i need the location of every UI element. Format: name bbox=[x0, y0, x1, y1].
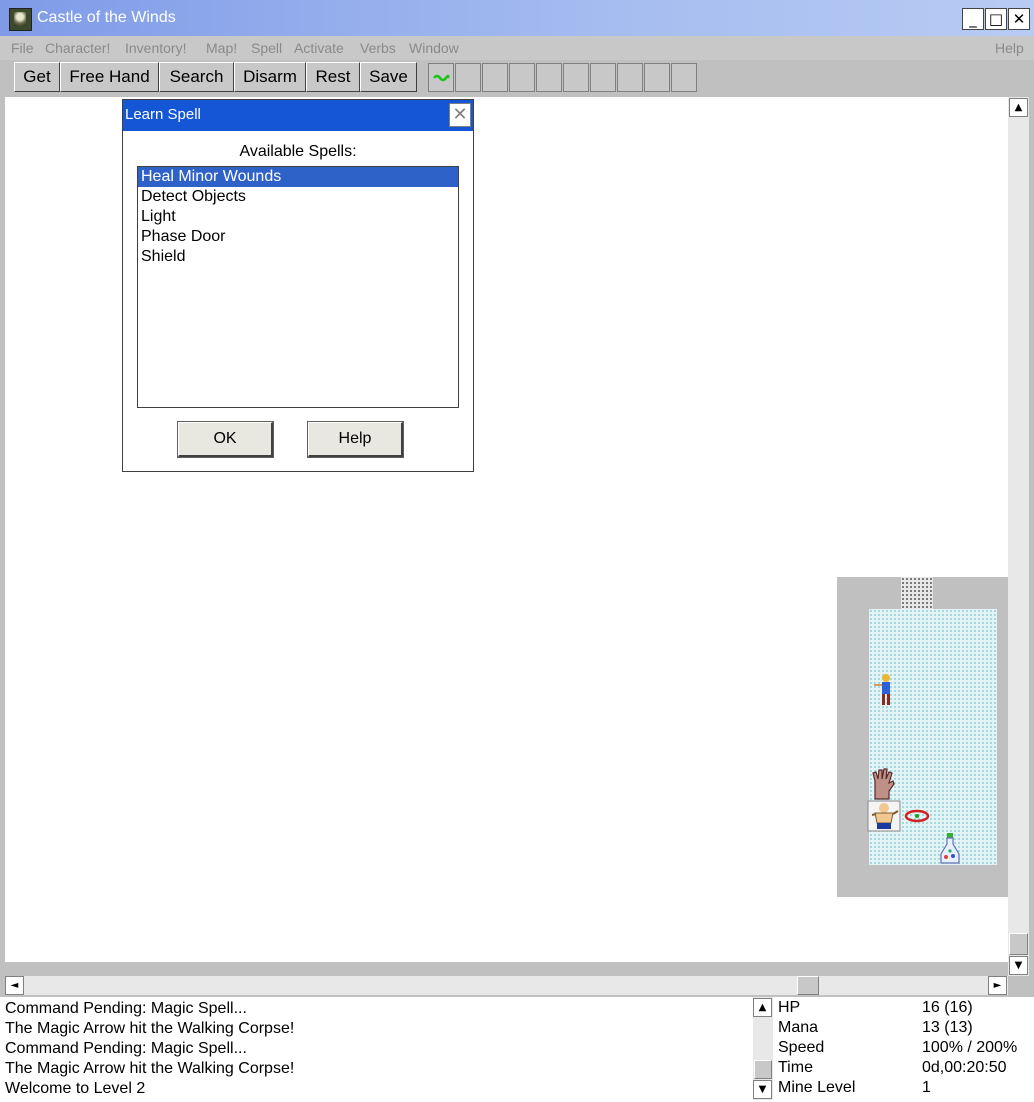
quick-slot[interactable] bbox=[482, 63, 508, 92]
menu-inventory[interactable]: Inventory! bbox=[125, 40, 186, 56]
message-scroll-up-button[interactable]: ▲ bbox=[753, 998, 772, 1017]
spell-item-light[interactable]: Light bbox=[138, 207, 458, 227]
quick-slot[interactable] bbox=[455, 63, 481, 92]
message-scroll-down-button[interactable]: ▼ bbox=[753, 1080, 772, 1099]
speed-label: Speed bbox=[778, 1039, 825, 1056]
quick-slot[interactable] bbox=[590, 63, 616, 92]
mine-level-value: 1 bbox=[922, 1079, 931, 1096]
ok-button[interactable]: OK bbox=[177, 421, 274, 458]
time-label: Time bbox=[778, 1059, 813, 1076]
mine-level-label: Mine Level bbox=[778, 1079, 856, 1096]
message-line: Command Pending: Magic Spell... bbox=[5, 1040, 247, 1057]
close-button[interactable]: ✕ bbox=[1008, 8, 1030, 30]
mana-label: Mana bbox=[778, 1019, 819, 1036]
message-line: Welcome to Level 2 bbox=[5, 1080, 146, 1097]
quick-slot[interactable] bbox=[671, 63, 697, 92]
disarm-button[interactable]: Disarm bbox=[234, 62, 306, 92]
menu-activate[interactable]: Activate bbox=[294, 40, 344, 56]
scroll-up-button[interactable]: ▲ bbox=[1009, 98, 1028, 117]
scroll-right-button[interactable]: ► bbox=[988, 976, 1007, 995]
room-doorway[interactable] bbox=[901, 577, 933, 609]
severed-hand-sprite[interactable] bbox=[869, 767, 897, 801]
menu-file[interactable]: File bbox=[11, 40, 34, 56]
rest-button[interactable]: Rest bbox=[306, 62, 360, 92]
minimize-button[interactable]: _ bbox=[962, 8, 984, 30]
spell-item-heal-minor-wounds[interactable]: Heal Minor Wounds bbox=[138, 167, 458, 187]
quick-slot[interactable] bbox=[509, 63, 535, 92]
scroll-left-button[interactable]: ◄ bbox=[5, 976, 24, 995]
ring-item[interactable] bbox=[903, 807, 933, 825]
menu-character[interactable]: Character! bbox=[45, 40, 110, 56]
vertical-scroll-thumb[interactable] bbox=[1009, 933, 1028, 955]
get-button[interactable]: Get bbox=[14, 62, 60, 92]
mana-value: 13 (13) bbox=[922, 1019, 973, 1036]
free-hand-button[interactable]: Free Hand bbox=[60, 62, 159, 92]
map-bottom-gutter bbox=[5, 962, 1008, 976]
menu-map[interactable]: Map! bbox=[206, 40, 237, 56]
available-spells-label: Available Spells: bbox=[239, 143, 357, 160]
horizontal-scroll-thumb[interactable] bbox=[797, 976, 819, 995]
quick-slot[interactable] bbox=[536, 63, 562, 92]
menu-verbs[interactable]: Verbs bbox=[360, 40, 396, 56]
spell-item-detect-objects[interactable]: Detect Objects bbox=[138, 187, 458, 207]
menu-spell[interactable]: Spell bbox=[251, 40, 282, 56]
spell-item-shield[interactable]: Shield bbox=[138, 247, 458, 267]
menu-window[interactable]: Window bbox=[409, 40, 459, 56]
message-line: The Magic Arrow hit the Walking Corpse! bbox=[5, 1020, 295, 1037]
message-line: Command Pending: Magic Spell... bbox=[5, 1000, 247, 1017]
quick-slot[interactable] bbox=[644, 63, 670, 92]
walking-corpse-sprite[interactable] bbox=[871, 673, 897, 707]
save-button[interactable]: Save bbox=[360, 62, 417, 92]
help-button[interactable]: Help bbox=[307, 421, 404, 458]
quick-slot[interactable] bbox=[428, 63, 454, 92]
horizontal-scrollbar[interactable] bbox=[5, 976, 1008, 995]
message-line: The Magic Arrow hit the Walking Corpse! bbox=[5, 1060, 295, 1077]
maximize-button[interactable]: □ bbox=[985, 8, 1007, 30]
hp-value: 16 (16) bbox=[922, 999, 973, 1016]
time-value: 0d,00:20:50 bbox=[922, 1059, 1007, 1076]
scroll-down-button[interactable]: ▼ bbox=[1009, 956, 1028, 975]
spell-item-phase-door[interactable]: Phase Door bbox=[138, 227, 458, 247]
speed-value: 100% / 200% bbox=[922, 1039, 1018, 1056]
potion-item[interactable] bbox=[938, 832, 962, 866]
player-sprite[interactable] bbox=[867, 799, 903, 833]
app-icon bbox=[9, 8, 32, 31]
hp-label: HP bbox=[778, 999, 801, 1016]
dialog-title: Learn Spell bbox=[125, 106, 201, 123]
dialog-close-button[interactable]: ✕ bbox=[449, 103, 471, 127]
message-scroll-thumb[interactable] bbox=[754, 1060, 772, 1079]
search-button[interactable]: Search bbox=[159, 62, 234, 92]
vertical-scrollbar[interactable] bbox=[1008, 97, 1029, 976]
menu-help[interactable]: Help bbox=[995, 40, 1024, 56]
quick-slot[interactable] bbox=[617, 63, 643, 92]
quick-slot[interactable] bbox=[563, 63, 589, 92]
spell-rune-icon bbox=[433, 74, 450, 82]
window-title: Castle of the Winds bbox=[37, 9, 176, 26]
